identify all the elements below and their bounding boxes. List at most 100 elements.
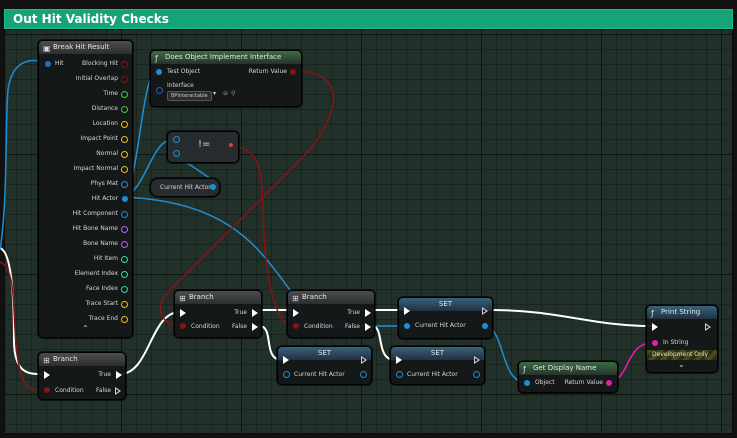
object-label: Object (535, 379, 555, 386)
break-hit-output-label: Location (92, 120, 118, 127)
node-title: SET (317, 349, 332, 357)
branch-node-middle[interactable]: ⊞ Branch True Condition False (174, 290, 262, 338)
current-hit-actor-pin[interactable] (404, 323, 410, 329)
return-value-pin[interactable] (606, 380, 612, 386)
exec-in-pin[interactable] (396, 356, 402, 364)
break-hit-output-pin[interactable] (121, 91, 128, 98)
node-title: SET (438, 300, 453, 308)
interface-dropdown[interactable]: BPInteractable (167, 91, 212, 101)
set-out-pin[interactable] (473, 371, 480, 378)
branch-icon: ⊞ (292, 294, 299, 303)
break-hit-output-label: Hit Actor (91, 195, 118, 202)
break-hit-output-pin[interactable] (121, 181, 128, 188)
node-title: Does Object Implement Interface (165, 53, 282, 61)
false-exec-pin[interactable] (115, 387, 122, 395)
break-hit-output-pin[interactable] (122, 196, 128, 202)
break-hit-output-pin[interactable] (121, 76, 128, 83)
object-pin[interactable] (524, 380, 530, 386)
return-value-label: Return Value (564, 379, 603, 386)
condition-label: Condition (191, 323, 220, 330)
expand-arrow-icon[interactable]: ⌃ (82, 325, 89, 333)
break-hit-output-pin[interactable] (121, 166, 128, 173)
node-header: ⊞ Branch (39, 353, 125, 366)
input-a-pin[interactable] (173, 136, 180, 143)
does-object-implement-interface-node[interactable]: ƒ Does Object Implement Interface Test Ob… (150, 50, 302, 107)
return-value-label: Return Value (248, 68, 287, 75)
branch-node-bottom[interactable]: ⊞ Branch True Condition False (38, 352, 126, 400)
set-out-pin[interactable] (482, 323, 488, 329)
break-hit-output-pin[interactable] (121, 121, 128, 128)
exec-out-pin[interactable] (474, 356, 481, 364)
exec-in-pin[interactable] (404, 307, 410, 315)
break-hit-output-pin[interactable] (121, 256, 128, 263)
get-display-name-node[interactable]: ƒ Get Display Name Object Return Value (518, 361, 618, 393)
branch-node-right[interactable]: ⊞ Branch True Condition False (287, 290, 375, 338)
current-hit-actor-label: Current Hit Actor (415, 322, 466, 329)
exec-out-pin[interactable] (482, 307, 489, 315)
node-title: SET (430, 349, 445, 357)
comment-box-header[interactable]: Out Hit Validity Checks (4, 9, 733, 29)
get-current-hit-actor-node[interactable]: Current Hit Actor (150, 178, 220, 197)
false-exec-pin[interactable] (252, 323, 258, 331)
break-hit-result-node[interactable]: ▣ Break Hit Result Hit Blocking Hit Initia… (38, 40, 133, 338)
print-string-node[interactable]: ƒ Print String In String Development Only… (646, 305, 718, 373)
set-current-hit-actor-node-a[interactable]: SET Current Hit Actor (277, 346, 372, 385)
development-only-banner: Development Only (647, 350, 717, 360)
break-hit-output-pin[interactable] (121, 271, 128, 278)
condition-pin[interactable] (293, 323, 299, 329)
function-icon: ƒ (651, 309, 654, 318)
variable-out-pin[interactable] (210, 184, 216, 190)
return-value-pin[interactable] (290, 69, 296, 75)
exec-out-pin[interactable] (361, 356, 368, 364)
break-hit-output-pin[interactable] (121, 151, 128, 158)
node-header: SET (399, 298, 492, 311)
exec-in-pin[interactable] (293, 309, 299, 317)
in-string-pin[interactable] (652, 340, 658, 346)
break-hit-output-pin[interactable] (121, 316, 128, 323)
exec-in-pin[interactable] (180, 309, 186, 317)
current-hit-actor-pin[interactable] (396, 371, 403, 378)
interface-pin[interactable] (156, 87, 163, 94)
browse-icon[interactable]: ⊖ (223, 90, 228, 98)
true-exec-pin[interactable] (252, 309, 258, 317)
break-hit-output-pin[interactable] (121, 106, 128, 113)
break-hit-output-pin[interactable] (121, 211, 128, 218)
break-hit-output-pin[interactable] (121, 136, 128, 143)
true-exec-pin[interactable] (116, 371, 122, 379)
break-hit-output-label: Hit Bone Name (72, 225, 118, 232)
set-current-hit-actor-node-top[interactable]: SET Current Hit Actor (398, 297, 493, 339)
break-hit-output-pin[interactable] (121, 226, 128, 233)
test-object-label: Test Object (167, 68, 201, 75)
not-equal-out-pin[interactable] (229, 143, 233, 147)
branch-icon: ⊞ (179, 294, 186, 303)
break-hit-output-pin[interactable] (121, 61, 128, 68)
test-object-pin[interactable] (156, 69, 162, 75)
exec-in-pin[interactable] (652, 323, 658, 331)
condition-pin[interactable] (180, 323, 186, 329)
break-hit-output-pin[interactable] (121, 286, 128, 293)
function-icon: ƒ (155, 54, 158, 63)
break-hit-output-label: Normal (96, 150, 118, 157)
break-hit-output-pin[interactable] (121, 241, 128, 248)
exec-in-pin[interactable] (44, 371, 50, 379)
hit-input-pin[interactable] (45, 61, 51, 67)
chevron-down-icon[interactable]: ⌄ (678, 361, 685, 369)
set-current-hit-actor-node-b[interactable]: SET Current Hit Actor (390, 346, 485, 385)
true-label: True (98, 371, 111, 378)
current-hit-actor-pin[interactable] (283, 371, 290, 378)
break-hit-output-pin[interactable] (121, 301, 128, 308)
node-header: ▣ Break Hit Result (39, 41, 132, 54)
true-exec-pin[interactable] (365, 309, 371, 317)
exec-out-pin[interactable] (705, 323, 712, 331)
node-header: ƒ Get Display Name (519, 362, 617, 375)
false-label: False (95, 387, 111, 394)
not-equal-node[interactable]: != (167, 131, 239, 163)
input-b-pin[interactable] (173, 150, 180, 157)
development-only-label: Development Only (652, 351, 709, 358)
condition-pin[interactable] (44, 387, 50, 393)
set-out-pin[interactable] (360, 371, 367, 378)
search-icon[interactable]: ⚲ (231, 90, 235, 98)
false-exec-pin[interactable] (365, 323, 371, 331)
exec-in-pin[interactable] (283, 356, 289, 364)
break-struct-icon: ▣ (43, 44, 51, 53)
